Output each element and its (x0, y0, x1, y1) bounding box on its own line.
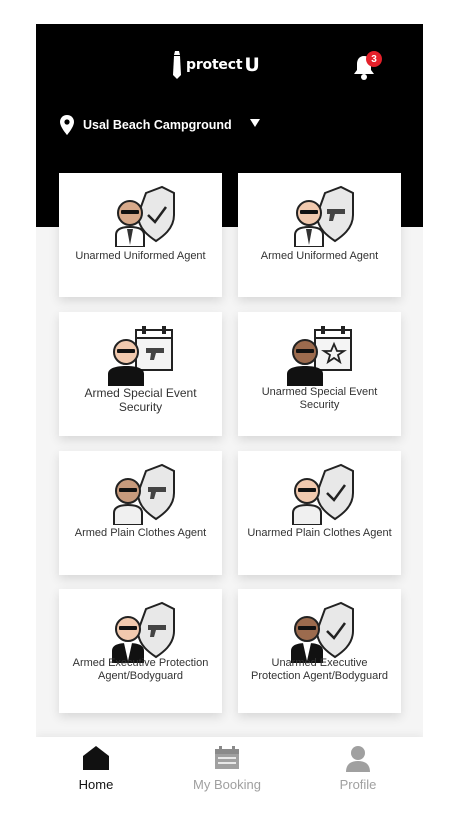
service-card-unarmed-special-event[interactable]: Unarmed Special Event Security (238, 312, 401, 436)
service-card-unarmed-plain-clothes[interactable]: Unarmed Plain Clothes Agent (238, 451, 401, 575)
plain-clothes-shield-gun-icon (112, 463, 175, 525)
executive-bodyguard-shield-gun-icon (111, 601, 175, 663)
location-name: Usal Beach Campground (83, 118, 232, 132)
home-icon (83, 746, 109, 770)
uniformed-agent-shield-gun-icon (293, 185, 354, 247)
service-card-armed-special-event[interactable]: Armed Special Event Security (59, 312, 222, 436)
service-card-label: Unarmed Plain Clothes Agent (247, 527, 392, 539)
location-selector[interactable]: Usal Beach Campground (60, 114, 260, 136)
chevron-down-icon (250, 119, 260, 127)
nav-home[interactable]: Home (36, 737, 156, 805)
nav-profile-label: Profile (339, 777, 377, 792)
notifications-button[interactable]: 3 (352, 51, 382, 82)
logo-letter: U (244, 54, 260, 76)
plain-clothes-shield-check-icon (291, 463, 354, 525)
event-security-calendar-star-icon (286, 326, 352, 386)
logo-text: protect (186, 57, 243, 73)
user-icon (346, 746, 370, 772)
service-card-label: Armed Uniformed Agent (260, 250, 379, 262)
nav-my-booking[interactable]: My Booking (167, 737, 287, 805)
service-card-armed-uniformed[interactable]: Armed Uniformed Agent (238, 173, 401, 297)
event-security-calendar-gun-icon (107, 326, 173, 386)
service-card-label: Armed Plain Clothes Agent (74, 527, 207, 539)
notification-badge: 3 (366, 51, 382, 67)
nav-booking-label: My Booking (193, 777, 261, 792)
service-card-label: Unarmed Executive Protection Agent/Bodyg… (251, 657, 388, 682)
uniformed-agent-shield-check-icon (114, 185, 175, 247)
location-pin-icon (60, 115, 74, 135)
service-card-label: Unarmed Special Event Security (261, 386, 378, 411)
service-card-unarmed-uniformed[interactable]: Unarmed Uniformed Agent (59, 173, 222, 297)
service-card-label: Unarmed Uniformed Agent (75, 250, 206, 262)
tie-icon (173, 51, 181, 79)
executive-bodyguard-shield-check-icon (290, 601, 354, 663)
nav-home-label: Home (78, 777, 114, 792)
service-card-label: Armed Executive Protection Agent/Bodygua… (72, 657, 209, 682)
service-card-unarmed-executive[interactable]: Unarmed Executive Protection Agent/Bodyg… (238, 589, 401, 713)
app-screen: protect U 3 Usal Beach Campground Unarme… (36, 24, 423, 805)
service-card-armed-executive[interactable]: Armed Executive Protection Agent/Bodygua… (59, 589, 222, 713)
nav-profile[interactable]: Profile (298, 737, 418, 805)
service-card-label: Armed Special Event Security (84, 386, 197, 414)
bottom-nav: Home My Booking Profile (36, 737, 423, 805)
calendar-icon (215, 746, 239, 769)
app-logo: protect U (172, 51, 260, 79)
service-card-armed-plain-clothes[interactable]: Armed Plain Clothes Agent (59, 451, 222, 575)
